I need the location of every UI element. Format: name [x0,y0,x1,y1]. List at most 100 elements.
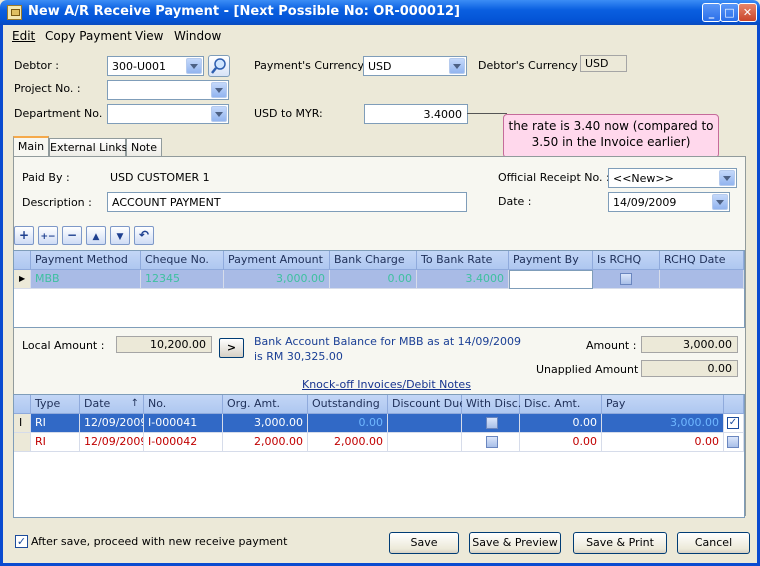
insert-row-icon: +− [40,232,56,242]
minimize-button[interactable]: _ [702,3,721,22]
paid-by-label: Paid By : [22,171,70,184]
save-button[interactable]: Save [389,532,459,554]
menu-edit[interactable]: Edit [12,29,35,43]
paid-by-value: USD CUSTOMER 1 [110,171,210,184]
column-header[interactable]: Disc. Amt. [520,395,602,414]
column-header[interactable]: Discount Due [388,395,466,414]
save-print-button[interactable]: Save & Print [573,532,667,554]
add-row-button[interactable]: + [14,226,34,245]
column-header[interactable]: RCHQ Date [660,251,744,270]
menu-view[interactable]: View [135,29,163,43]
with-disc-checkbox[interactable] [486,436,498,448]
column-header[interactable]: Org. Amt. [223,395,308,414]
payment-currency-value: USD [368,60,392,73]
unapplied-field: 0.00 [641,360,738,377]
chevron-right-icon: > [226,341,237,354]
column-header[interactable]: Cheque No. [141,251,224,270]
amount-field: 3,000.00 [641,336,738,353]
with-disc-checkbox[interactable] [486,417,498,429]
column-header[interactable]: Payment Amount [224,251,330,270]
move-up-button[interactable]: ▲ [86,226,106,245]
after-save-checkbox[interactable]: ✓ [15,535,28,548]
undo-icon: ↶ [138,228,150,242]
receipt-combo[interactable]: <<New>> [608,168,737,188]
department-label: Department No. : [14,107,110,120]
receipt-label: Official Receipt No. : [498,171,610,184]
bank-balance-text: Bank Account Balance for MBB as at 14/09… [254,335,522,363]
window-title: New A/R Receive Payment - [Next Possible… [28,4,460,19]
minus-icon: − [66,228,78,242]
menu-window[interactable]: Window [174,29,221,43]
menu-copy-payment[interactable]: Copy Payment [45,29,132,43]
knockoff-grid[interactable]: Type Date ↑ No. Org. Amt. Outstanding Di… [13,394,745,518]
column-header[interactable]: Is RCHQ [593,251,660,270]
column-header[interactable]: Type [31,395,80,414]
chevron-down-icon[interactable] [211,82,227,98]
close-icon: ✕ [742,6,753,19]
insert-row-button[interactable]: +− [38,226,58,245]
arrow-up-icon: ▲ [92,232,100,242]
column-header[interactable]: Pay [602,395,724,414]
delete-row-button[interactable]: − [62,226,82,245]
plus-icon: + [18,228,30,242]
knockoff-checkbox-checked[interactable]: ✓ [727,417,739,429]
payment-currency-label: Payment's Currency : [254,59,372,72]
column-header[interactable]: To Bank Rate [417,251,509,270]
expand-button[interactable]: > [219,338,244,358]
column-header[interactable]: No. [144,395,223,414]
search-icon [211,58,226,74]
description-input[interactable]: ACCOUNT PAYMENT [107,192,467,212]
knockoff-link[interactable]: Knock-off Invoices/Debit Notes [302,378,471,391]
date-label: Date : [498,195,532,208]
tab-note[interactable]: Note [126,138,162,157]
is-rchq-checkbox[interactable] [620,273,632,285]
debtor-label: Debtor : [14,59,59,72]
tab-main[interactable]: Main [13,136,49,157]
debtor-currency-field: USD [580,55,627,72]
payment-grid[interactable]: Payment Method Cheque No. Payment Amount… [13,250,745,328]
rate-input[interactable]: 3.4000 [364,104,468,124]
local-amount-field: 10,200.00 [116,336,212,353]
chevron-down-icon[interactable] [712,194,728,210]
rate-callout: the rate is 3.40 now (compared to 3.50 i… [503,114,719,158]
unapplied-label: Unapplied Amount : [536,363,646,376]
minimize-icon: _ [708,6,715,19]
column-header[interactable]: Outstanding [308,395,388,414]
local-amount-label: Local Amount : [22,339,105,352]
department-combo[interactable] [107,104,229,124]
rate-label: USD to MYR: [254,107,323,120]
row-indicator-icon: ▶ [14,270,31,289]
save-preview-button[interactable]: Save & Preview [469,532,561,554]
arrow-down-icon: ▼ [116,232,124,242]
debtor-lookup-button[interactable] [208,55,230,77]
undo-button[interactable]: ↶ [134,226,154,245]
sort-ascending-icon: ↑ [130,398,139,409]
project-combo[interactable] [107,80,229,100]
maximize-button[interactable]: □ [720,3,739,22]
column-header[interactable]: Date ↑ [80,395,144,414]
maximize-icon: □ [724,6,735,19]
knockoff-checkbox[interactable] [727,436,739,448]
row-cursor-icon: I [14,414,31,433]
chevron-down-icon[interactable] [449,58,465,74]
payment-currency-combo[interactable]: USD [363,56,467,76]
date-picker[interactable]: 14/09/2009 [608,192,730,212]
after-save-label: After save, proceed with new receive pay… [31,535,288,548]
move-down-button[interactable]: ▼ [110,226,130,245]
project-label: Project No. : [14,82,81,95]
chevron-down-icon[interactable] [211,106,227,122]
chevron-down-icon[interactable] [186,58,202,74]
debtor-currency-label: Debtor's Currency : [478,59,585,72]
app-icon [7,5,22,20]
checkmark-icon: ✓ [16,535,27,548]
column-header[interactable]: With Disc. [462,395,521,414]
column-header[interactable]: Bank Charge [330,251,417,270]
debtor-combo[interactable]: 300-U001 [107,56,204,76]
amount-label: Amount : [586,339,637,352]
column-header[interactable]: Payment Method [31,251,141,270]
close-button[interactable]: ✕ [738,3,757,22]
cancel-button[interactable]: Cancel [677,532,750,554]
chevron-down-icon[interactable] [719,170,735,186]
tab-external-links[interactable]: External Links [49,138,127,157]
column-header[interactable]: Payment By [509,251,593,270]
